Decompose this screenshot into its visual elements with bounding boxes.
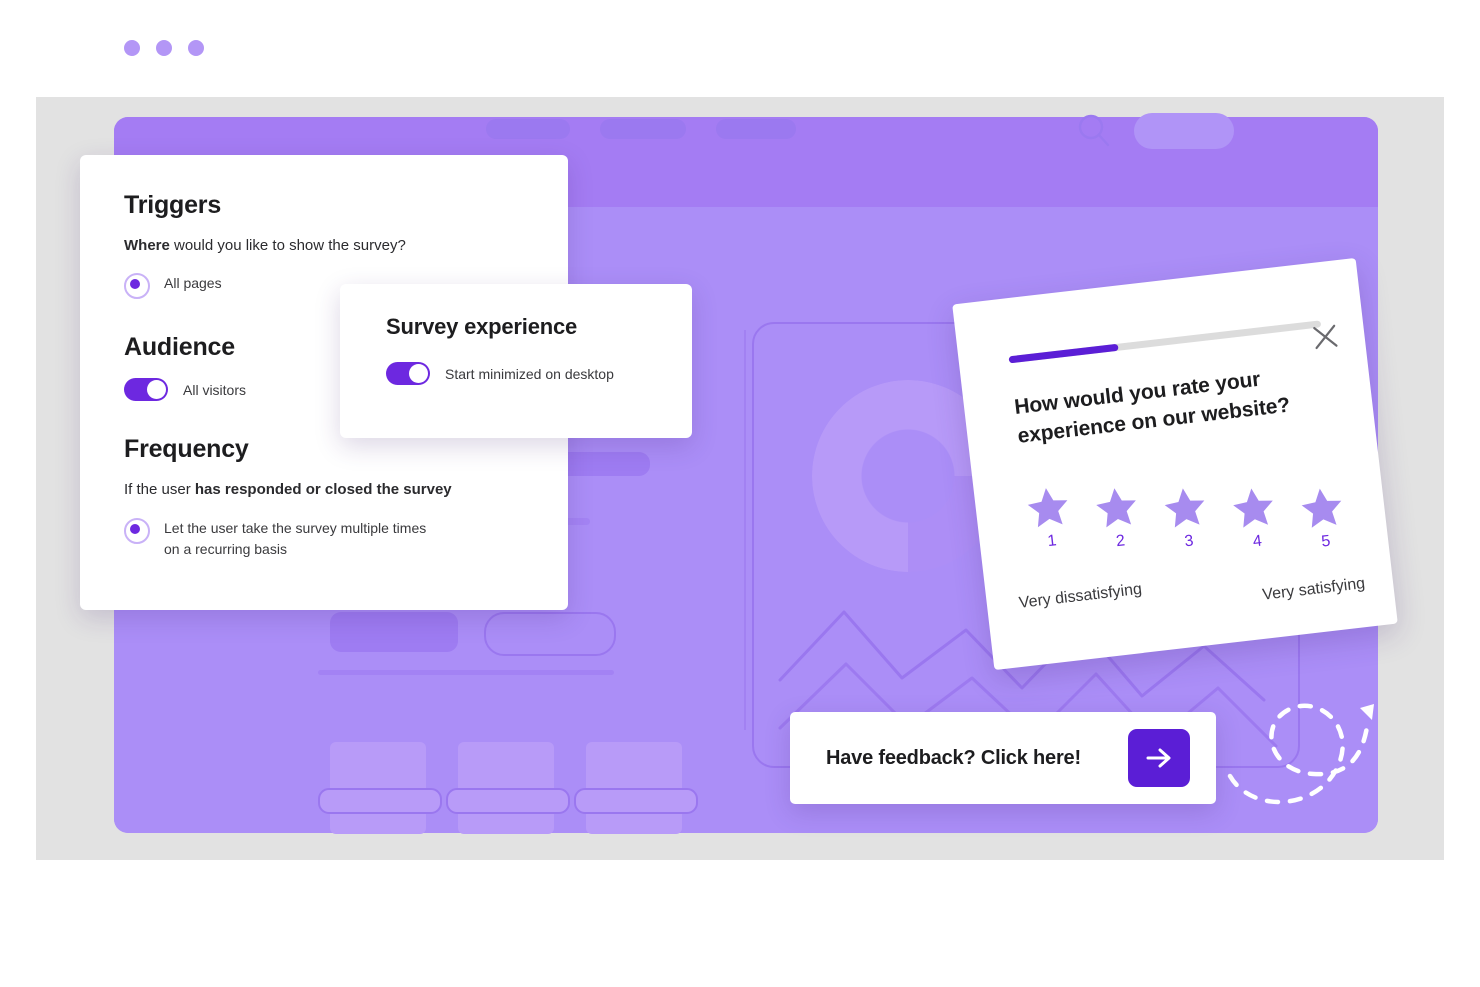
screenshot-stage: Triggers Where would you like to show th… <box>0 0 1480 987</box>
frequency-option-recurring[interactable]: Let the user take the survey multiple ti… <box>124 517 524 561</box>
star-number: 5 <box>1320 532 1332 551</box>
window-dot <box>124 40 140 56</box>
search-icon[interactable] <box>1072 108 1116 152</box>
start-minimized-toggle-row[interactable]: Start minimized on desktop <box>386 362 646 385</box>
star-rating-option[interactable]: 1 <box>1022 482 1081 585</box>
star-icon[interactable] <box>1227 483 1280 534</box>
star-rating-option[interactable]: 5 <box>1296 483 1351 554</box>
frequency-option-line1: Let the user take the survey multiple ti… <box>164 519 427 536</box>
ghost-outline-button <box>484 612 616 656</box>
star-rating-row: 1 2 3 4 5 <box>1022 451 1351 585</box>
ghost-divider <box>318 670 614 675</box>
triggers-question: Where would you like to show the survey? <box>124 236 524 256</box>
star-icon[interactable] <box>1022 482 1075 533</box>
window-dot <box>156 40 172 56</box>
toggle-switch-start-minimized[interactable] <box>386 362 430 385</box>
scale-label-high: Very satisfying <box>1261 575 1366 604</box>
nav-pill-placeholder[interactable] <box>486 119 570 139</box>
audience-toggle-label: All visitors <box>183 381 247 398</box>
frequency-question-plain: If the user <box>124 481 195 499</box>
close-icon[interactable] <box>1311 322 1340 351</box>
feedback-banner[interactable]: Have feedback? Click here! <box>790 712 1216 804</box>
star-number: 3 <box>1183 532 1195 551</box>
start-minimized-label: Start minimized on desktop <box>445 365 614 382</box>
triggers-heading: Triggers <box>124 191 222 219</box>
star-rating-option[interactable]: 3 <box>1159 483 1216 570</box>
scale-label-low: Very dissatisfying <box>1018 580 1143 612</box>
star-number: 4 <box>1252 532 1263 551</box>
star-icon[interactable] <box>1159 483 1212 534</box>
window-dot <box>188 40 204 56</box>
survey-progress-bar <box>1008 320 1322 364</box>
star-number: 2 <box>1115 532 1126 551</box>
star-icon[interactable] <box>1296 483 1349 534</box>
rating-survey-card: How would you rate your experience on our… <box>952 257 1398 671</box>
triggers-option-label: All pages <box>164 275 222 292</box>
feedback-banner-text: Have feedback? Click here! <box>826 746 1081 769</box>
star-rating-option[interactable]: 4 <box>1227 483 1283 562</box>
radio-button-icon[interactable] <box>124 517 150 544</box>
survey-progress-fill <box>1008 343 1119 364</box>
frequency-heading: Frequency <box>124 435 249 464</box>
star-icon[interactable] <box>1090 482 1143 533</box>
nav-pill-placeholder[interactable] <box>716 119 796 139</box>
avatar[interactable] <box>1134 113 1234 149</box>
nav-pill-placeholder[interactable] <box>600 119 686 139</box>
mini-card-belt <box>446 788 570 814</box>
arrow-right-icon <box>1146 748 1171 768</box>
ghost-bar <box>330 612 458 652</box>
triggers-question-bold: Where <box>124 237 170 254</box>
frequency-option-label: Let the user take the survey multiple ti… <box>164 517 426 561</box>
survey-experience-card: Survey experience Start minimized on des… <box>340 284 692 438</box>
window-control-dots <box>124 40 204 56</box>
triggers-question-rest: would you like to show the survey? <box>169 237 406 254</box>
mini-card-belt <box>318 788 442 814</box>
frequency-option-line2: on a recurring basis <box>164 541 287 558</box>
frequency-question-bold: has responded or closed the survey <box>194 481 452 499</box>
rating-question: How would you rate your experience on our… <box>1013 360 1318 452</box>
survey-experience-heading: Survey experience <box>386 314 578 339</box>
frequency-question: If the user has responded or closed the … <box>124 480 524 500</box>
radio-button-icon[interactable] <box>124 273 150 300</box>
star-rating-option[interactable]: 2 <box>1090 482 1148 577</box>
vertical-divider <box>744 330 746 730</box>
star-number: 1 <box>1046 532 1058 551</box>
mini-card-belt <box>574 788 698 814</box>
toggle-switch-all-visitors[interactable] <box>124 378 168 402</box>
nav-pill-row <box>486 119 796 139</box>
feedback-submit-button[interactable] <box>1128 729 1190 787</box>
